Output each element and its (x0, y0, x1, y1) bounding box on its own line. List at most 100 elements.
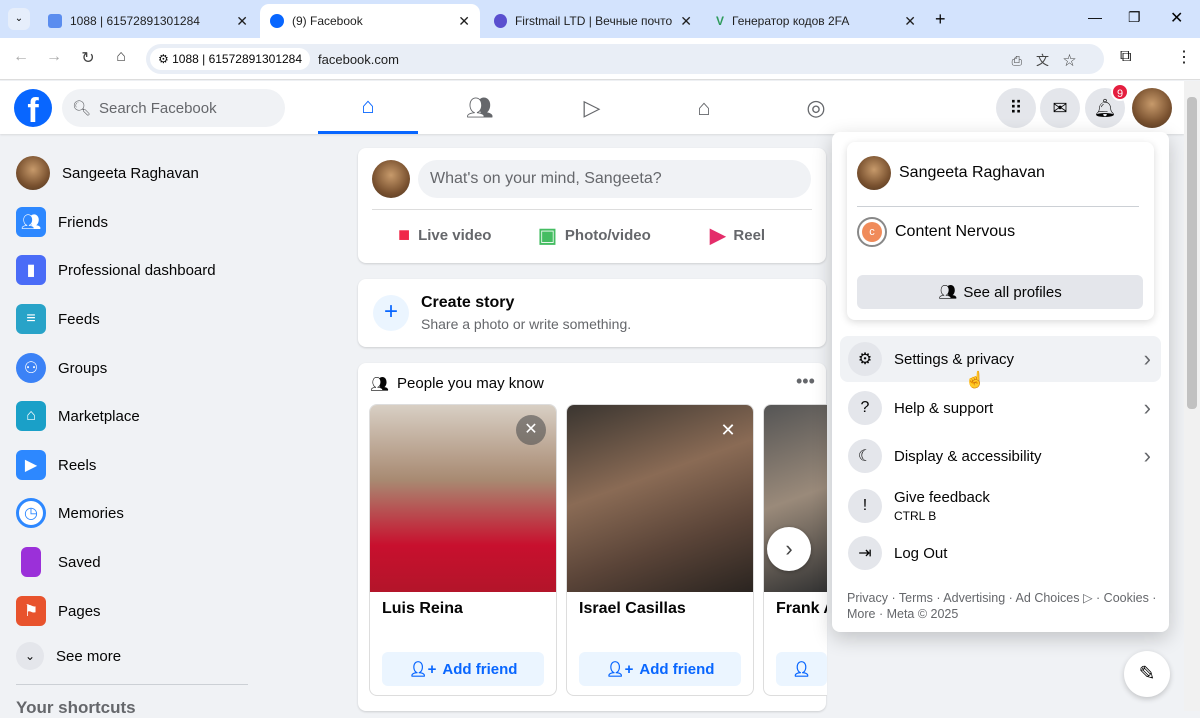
forward-button[interactable]: → (43, 48, 65, 66)
live-video-button[interactable]: ■ Live video (398, 215, 491, 255)
close-window-button[interactable]: ✕ (1170, 8, 1183, 28)
add-friend-button[interactable]: 👤︎+ Add friend (579, 652, 741, 686)
see-all-profiles-button[interactable]: 👥︎ See all profiles (857, 275, 1143, 309)
tab-search-button[interactable]: ⌄ (8, 8, 30, 30)
dismiss-close-icon[interactable]: ✕ (713, 415, 743, 445)
create-story-card[interactable]: + Create story Share a photo or write so… (358, 279, 826, 347)
menu-give-feedback[interactable]: ! Give feedback CTRL B (840, 482, 1161, 530)
tab-2fa[interactable]: V Генератор кодов 2FA ✕ (706, 4, 926, 38)
sidebar-item-pages[interactable]: ⚑ Pages (8, 589, 338, 633)
profile-name: Sangeeta Raghavan (899, 164, 1045, 181)
sidebar-item-label: Saved (58, 553, 101, 571)
sidebar-item-memories[interactable]: ◷ Memories (8, 491, 338, 535)
reels-icon: ▶ (16, 450, 46, 480)
page-avatar: c (857, 217, 887, 247)
browser-menu-icon[interactable]: ⋮ (1176, 47, 1192, 67)
reel-button[interactable]: ▶ Reel (710, 215, 765, 255)
nav-friends[interactable]: 👥︎ (430, 81, 530, 134)
tab-facebook[interactable]: (9) Facebook ✕ (260, 4, 480, 38)
back-button[interactable]: ← (10, 48, 32, 66)
tab-firstmail[interactable]: Firstmail LTD | Вечные почтовы ✕ (484, 4, 702, 38)
add-friend-icon: 👤︎ (791, 661, 812, 678)
next-arrow-button[interactable]: › (767, 527, 811, 571)
messenger-button[interactable]: ✉ (1040, 88, 1080, 128)
new-message-button[interactable]: ✎ (1124, 651, 1170, 697)
search-input[interactable]: 🔍︎ Search Facebook (62, 89, 285, 127)
sidebar-item-friends[interactable]: 👥︎ Friends (8, 200, 338, 244)
nav-home[interactable]: ⌂ (318, 81, 418, 134)
person-card: Luis Reina 👤︎+ Add friend (369, 404, 557, 696)
sidebar-item-groups[interactable]: ⚇ Groups (8, 346, 338, 390)
pymk-title: People you may know (397, 375, 544, 392)
help-icon: ? (848, 391, 882, 425)
page-profile-row[interactable]: c Content Nervous (857, 217, 1015, 247)
sidebar-item-dashboard[interactable]: ▮ Professional dashboard (8, 248, 338, 292)
see-more-label: See more (56, 647, 122, 665)
facebook-logo[interactable]: f (14, 89, 52, 127)
tab-1088[interactable]: 1088 | 61572891301284 ✕ (38, 4, 258, 38)
person-name[interactable]: Frank A (764, 592, 827, 652)
sidebar-item-feeds[interactable]: ≡ Feeds (8, 297, 338, 341)
nav-groups[interactable]: ◎ (766, 81, 866, 134)
sidebar-item-label: Friends (58, 213, 109, 231)
pages-icon: ⚑ (16, 596, 46, 626)
omnibox[interactable]: ⚙ 1088 | 61572891301284 facebook.com ⎙文☆ (146, 44, 1104, 74)
add-friend-button[interactable]: 👤︎ (776, 652, 827, 686)
scrollbar[interactable] (1184, 81, 1200, 711)
feeds-icon: ≡ (16, 304, 46, 334)
menu-grid-button[interactable]: ⠿ (996, 88, 1036, 128)
close-icon[interactable]: ✕ (236, 13, 248, 30)
sidebar-item-label: Professional dashboard (58, 261, 216, 279)
people-icon: 👥︎ (370, 376, 390, 393)
sidebar-item-profile[interactable]: Sangeeta Raghavan (8, 151, 338, 195)
composer-input[interactable]: What's on your mind, Sangeeta? (418, 160, 811, 198)
menu-settings-privacy[interactable]: ⚙ Settings & privacy › (840, 336, 1161, 382)
plus-icon: + (373, 295, 409, 331)
dismiss-close-icon[interactable]: ✕ (516, 415, 546, 445)
shortcut-hint: CTRL B (894, 509, 937, 523)
close-icon[interactable]: ✕ (904, 13, 916, 30)
menu-item-label: Give feedback (894, 489, 990, 506)
scrollbar-thumb[interactable] (1187, 97, 1197, 409)
person-name[interactable]: Israel Casillas (567, 592, 753, 652)
tab-title: Генератор кодов 2FA (732, 14, 850, 28)
menu-help-support[interactable]: ? Help & support › (840, 385, 1161, 431)
extensions-icon[interactable]: ⧉ (1120, 48, 1131, 66)
nav-marketplace[interactable]: ⌂ (654, 81, 754, 134)
person-name[interactable]: Luis Reina (370, 592, 556, 652)
logout-icon: ⇥ (848, 536, 882, 570)
close-icon[interactable]: ✕ (458, 13, 470, 30)
menu-display-accessibility[interactable]: ☾ Display & accessibility › (840, 433, 1161, 479)
search-placeholder: Search Facebook (99, 99, 217, 117)
sidebar-item-label: Reels (58, 456, 97, 474)
home-button[interactable]: ⌂ (110, 48, 132, 66)
chevron-right-icon: › (1143, 346, 1151, 371)
minimize-button[interactable]: — (1088, 9, 1102, 25)
sidebar-item-reels[interactable]: ▶ Reels (8, 443, 338, 487)
reload-button[interactable]: ↻ (77, 48, 99, 68)
sidebar-item-saved[interactable]: Saved (8, 540, 338, 584)
people-icon: 👥︎ (938, 284, 958, 301)
restore-button[interactable]: ❐ (1128, 9, 1141, 26)
menu-item-label: Display & accessibility (894, 447, 1042, 465)
omnibox-action-icons[interactable]: ⎙文☆ (1012, 50, 1090, 69)
profiles-card: Sangeeta Raghavan c Content Nervous 👥︎ See… (847, 142, 1154, 320)
menu-item-label: Help & support (894, 399, 994, 417)
close-icon[interactable]: ✕ (680, 13, 692, 30)
profile-row[interactable]: Sangeeta Raghavan (857, 156, 1045, 190)
site-info-chip[interactable]: ⚙ 1088 | 61572891301284 (150, 48, 311, 70)
avatar (372, 160, 410, 198)
sidebar-item-marketplace[interactable]: ⌂ Marketplace (8, 394, 338, 438)
add-friend-label: Add friend (639, 660, 715, 678)
photo-video-button[interactable]: ▣ Photo/video (538, 215, 651, 255)
moon-icon: ☾ (848, 439, 882, 473)
see-more-button[interactable]: ⌄ See more (8, 634, 338, 678)
new-tab-button[interactable]: + (935, 9, 946, 30)
footer-links[interactable]: Privacy · Terms · Advertising · Ad Choic… (847, 590, 1157, 622)
menu-log-out[interactable]: ⇥ Log Out (840, 530, 1161, 576)
nav-video[interactable]: ▷ (542, 81, 642, 134)
account-avatar-button[interactable] (1132, 88, 1172, 128)
more-options-icon[interactable]: ••• (796, 371, 815, 392)
live-video-label: Live video (418, 226, 492, 244)
add-friend-button[interactable]: 👤︎+ Add friend (382, 652, 544, 686)
